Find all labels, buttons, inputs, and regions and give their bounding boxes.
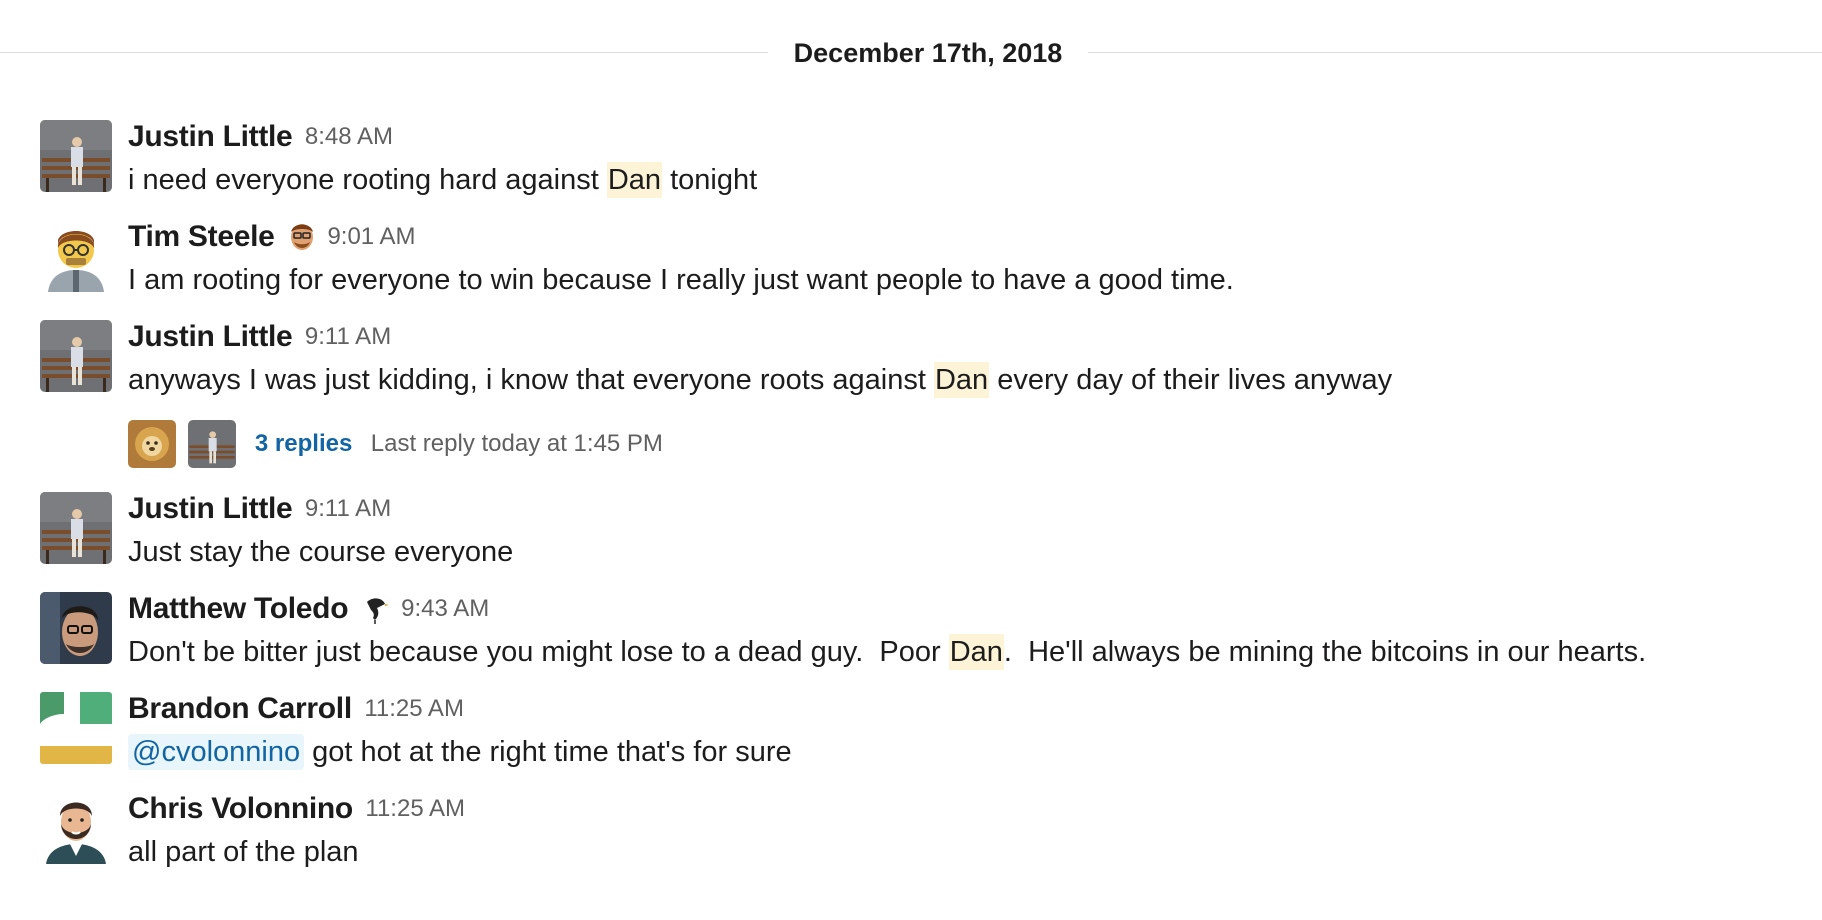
timestamp[interactable]: 9:01 AM: [327, 223, 415, 250]
highlighted-keyword: Dan: [948, 634, 1004, 670]
bird-emoji: [363, 594, 389, 624]
man-on-bench-avatar[interactable]: [40, 492, 112, 564]
message[interactable]: Tim Steele 9:01 AM I am rooting for ever…: [0, 220, 1822, 310]
sender-name[interactable]: Brandon Carroll: [128, 692, 352, 725]
day-divider-label[interactable]: December 17th, 2018: [772, 38, 1084, 69]
text-segment: tonight: [662, 164, 758, 196]
timestamp[interactable]: 9:11 AM: [305, 495, 391, 522]
man-on-bench-avatar: [188, 420, 237, 468]
thread-summary[interactable]: 3 replies Last reply today at 1:45 PM: [128, 420, 663, 470]
thread-replies-link[interactable]: 3 replies: [255, 430, 352, 457]
highlighted-keyword: Dan: [933, 362, 990, 398]
user-mention[interactable]: @cvolonnino: [128, 734, 305, 770]
text-segment: . He'll always be mining the bitcoins in…: [1003, 636, 1647, 668]
message-text: anyways I was just kidding, i know that …: [128, 362, 1393, 398]
message-text: all part of the plan: [128, 836, 359, 869]
message[interactable]: Chris Volonnino 11:25 AM all part of the…: [0, 792, 1822, 882]
message[interactable]: Justin Little 9:11 AM Just stay the cour…: [0, 492, 1822, 582]
timestamp[interactable]: 11:25 AM: [365, 795, 465, 822]
timestamp[interactable]: 8:48 AM: [305, 123, 393, 150]
divider-line: [1088, 52, 1822, 53]
text-segment: i need everyone rooting hard against: [128, 164, 607, 196]
timestamp[interactable]: 11:25 AM: [364, 695, 464, 722]
thread-last-reply: Last reply today at 1:45 PM: [370, 430, 663, 457]
text-segment: Just stay the course everyone: [128, 536, 514, 568]
sender-name[interactable]: Justin Little: [128, 120, 293, 153]
message-text: I am rooting for everyone to win because…: [128, 264, 1234, 297]
message[interactable]: Matthew Toledo 9:43 AM Don't be bitter j…: [0, 592, 1822, 682]
glasses-face-avatar[interactable]: [40, 220, 112, 292]
timestamp[interactable]: 9:43 AM: [401, 595, 489, 622]
day-divider: December 17th, 2018: [0, 26, 1822, 69]
man-on-bench-avatar[interactable]: [40, 120, 112, 192]
highlighted-keyword: Dan: [606, 162, 663, 198]
message-text: @cvolonnino got hot at the right time th…: [128, 734, 792, 770]
message-text: i need everyone rooting hard against Dan…: [128, 162, 758, 198]
bearded-man-avatar[interactable]: [40, 792, 112, 864]
timestamp[interactable]: 9:11 AM: [305, 323, 391, 350]
message[interactable]: Justin Little 9:11 AM anyways I was just…: [0, 320, 1822, 468]
message-text: Just stay the course everyone: [128, 536, 513, 569]
message[interactable]: Justin Little 8:48 AM i need everyone ro…: [0, 120, 1822, 210]
divider-line: [0, 52, 768, 53]
lion-photo-avatar: [128, 420, 176, 468]
message-text: Don't be bitter just because you might l…: [128, 634, 1647, 670]
sender-name[interactable]: Matthew Toledo: [128, 592, 349, 625]
geometric-avatar[interactable]: [40, 692, 112, 764]
text-segment: every day of their lives anyway: [989, 364, 1393, 396]
message[interactable]: Brandon Carroll 11:25 AM @cvolonnino got…: [0, 692, 1822, 782]
sender-name[interactable]: Justin Little: [128, 492, 293, 525]
sender-name[interactable]: Chris Volonnino: [128, 792, 353, 825]
sender-name[interactable]: Justin Little: [128, 320, 293, 353]
man-on-bench-avatar[interactable]: [40, 320, 112, 392]
text-segment: anyways I was just kidding, i know that …: [128, 364, 934, 396]
text-segment: I am rooting for everyone to win because…: [128, 264, 1234, 296]
text-segment: all part of the plan: [128, 836, 359, 868]
photo-avatar[interactable]: [40, 592, 112, 664]
bearded-face-emoji: [289, 222, 315, 252]
text-segment: Don't be bitter just because you might l…: [128, 636, 949, 668]
sender-name[interactable]: Tim Steele: [128, 220, 275, 253]
text-segment: got hot at the right time that's for sur…: [304, 736, 792, 768]
